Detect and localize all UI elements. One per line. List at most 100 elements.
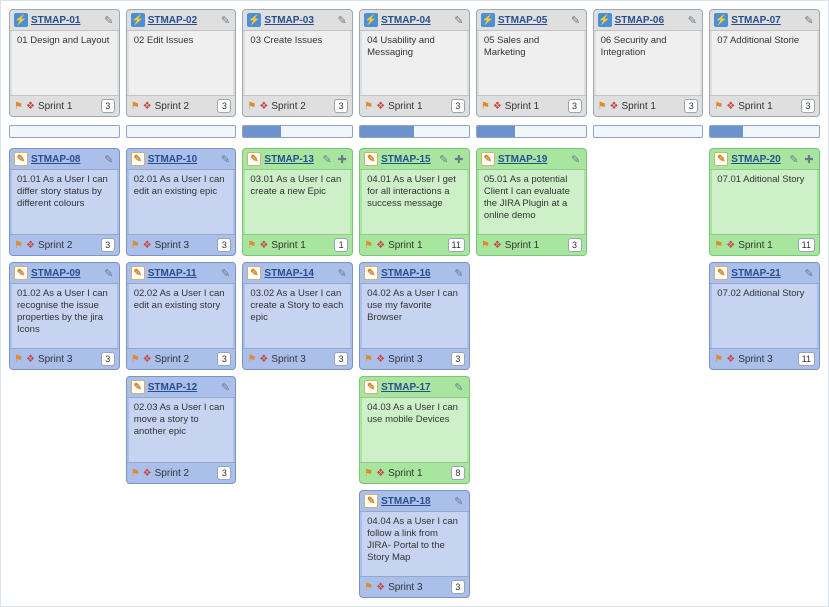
card-description: 03 Create Issues <box>245 31 350 95</box>
story-column: ✎ STMAP-08 ✎ 01.01 As a User I can diffe… <box>9 148 120 598</box>
card-id-link[interactable]: STMAP-21 <box>731 268 800 279</box>
progress-bar <box>242 125 353 138</box>
epic-card[interactable]: ⚡ STMAP-07 ✎ 07 Additional Storie ⚑ ❖ Sp… <box>709 9 820 117</box>
edit-icon[interactable]: ✎ <box>321 153 333 165</box>
card-id-link[interactable]: STMAP-13 <box>264 154 318 165</box>
priority-icon: ❖ <box>143 468 152 479</box>
card-id-link[interactable]: STMAP-15 <box>381 154 435 165</box>
story-column: ✎ STMAP-19 ✎ 05.01 As a potential Client… <box>476 148 587 598</box>
story-points: 3 <box>217 238 231 252</box>
card-id-link[interactable]: STMAP-03 <box>264 15 333 26</box>
epic-card[interactable]: ⚡ STMAP-04 ✎ 04 Usability and Messaging … <box>359 9 470 117</box>
card-id-link[interactable]: STMAP-12 <box>148 382 217 393</box>
card-id-link[interactable]: STMAP-07 <box>731 15 800 26</box>
edit-icon[interactable]: ✎ <box>219 381 231 393</box>
card-id-link[interactable]: STMAP-05 <box>498 15 567 26</box>
story-card[interactable]: ✎ STMAP-13 ✎ ✚ 03.01 As a User I can cre… <box>242 148 353 256</box>
story-card[interactable]: ✎ STMAP-11 ✎ 02.02 As a User I can edit … <box>126 262 237 370</box>
story-card[interactable]: ✎ STMAP-18 ✎ 04.04 As a User I can follo… <box>359 490 470 598</box>
card-id-link[interactable]: STMAP-01 <box>31 15 100 26</box>
card-id-link[interactable]: STMAP-06 <box>615 15 684 26</box>
edit-icon[interactable]: ✎ <box>803 14 815 26</box>
add-icon[interactable]: ✚ <box>453 153 465 165</box>
epic-card[interactable]: ⚡ STMAP-01 ✎ 01 Design and Layout ⚑ ❖ Sp… <box>9 9 120 117</box>
card-header: ⚡ STMAP-02 ✎ <box>127 10 236 31</box>
epic-card[interactable]: ⚡ STMAP-03 ✎ 03 Create Issues ⚑ ❖ Sprint… <box>242 9 353 117</box>
story-points: 3 <box>684 99 698 113</box>
story-card[interactable]: ✎ STMAP-21 ✎ 07.02 Aditional Story ⚑ ❖ S… <box>709 262 820 370</box>
epic-card[interactable]: ⚡ STMAP-05 ✎ 05 Sales and Marketing ⚑ ❖ … <box>476 9 587 117</box>
edit-icon[interactable]: ✎ <box>103 153 115 165</box>
story-card[interactable]: ✎ STMAP-16 ✎ 04.02 As a User I can use m… <box>359 262 470 370</box>
edit-icon[interactable]: ✎ <box>570 153 582 165</box>
type-icon: ⚡ <box>714 13 728 27</box>
flag-icon: ⚑ <box>247 101 256 112</box>
story-card[interactable]: ✎ STMAP-08 ✎ 01.01 As a User I can diffe… <box>9 148 120 256</box>
card-footer: ⚑ ❖ Sprint 2 3 <box>127 348 236 369</box>
edit-icon[interactable]: ✎ <box>336 267 348 279</box>
card-id-link[interactable]: STMAP-17 <box>381 382 450 393</box>
card-header: ⚡ STMAP-03 ✎ <box>243 10 352 31</box>
story-card[interactable]: ✎ STMAP-15 ✎ ✚ 04.01 As a User I get for… <box>359 148 470 256</box>
edit-icon[interactable]: ✎ <box>438 153 450 165</box>
story-card[interactable]: ✎ STMAP-17 ✎ 04.03 As a User I can use m… <box>359 376 470 484</box>
add-icon[interactable]: ✚ <box>336 153 348 165</box>
card-id-link[interactable]: STMAP-08 <box>31 154 100 165</box>
story-points: 1 <box>334 238 348 252</box>
story-points: 8 <box>451 466 465 480</box>
edit-icon[interactable]: ✎ <box>103 14 115 26</box>
card-footer: ⚑ ❖ Sprint 2 3 <box>127 95 236 116</box>
story-card[interactable]: ✎ STMAP-19 ✎ 05.01 As a potential Client… <box>476 148 587 256</box>
card-id-link[interactable]: STMAP-16 <box>381 268 450 279</box>
edit-icon[interactable]: ✎ <box>453 495 465 507</box>
card-header: ✎ STMAP-09 ✎ <box>10 263 119 284</box>
edit-icon[interactable]: ✎ <box>219 14 231 26</box>
card-id-link[interactable]: STMAP-10 <box>148 154 217 165</box>
edit-icon[interactable]: ✎ <box>453 381 465 393</box>
sprint-label: Sprint 1 <box>738 101 798 112</box>
story-card[interactable]: ✎ STMAP-14 ✎ 03.02 As a User I can creat… <box>242 262 353 370</box>
edit-icon[interactable]: ✎ <box>453 267 465 279</box>
card-description: 01 Design and Layout <box>12 31 117 95</box>
priority-icon: ❖ <box>259 354 268 365</box>
card-header: ✎ STMAP-11 ✎ <box>127 263 236 284</box>
card-header: ✎ STMAP-08 ✎ <box>10 149 119 170</box>
edit-icon[interactable]: ✎ <box>219 153 231 165</box>
edit-icon[interactable]: ✎ <box>803 267 815 279</box>
flag-icon: ⚑ <box>714 101 723 112</box>
edit-icon[interactable]: ✎ <box>788 153 800 165</box>
story-points: 3 <box>101 99 115 113</box>
edit-icon[interactable]: ✎ <box>570 14 582 26</box>
card-id-link[interactable]: STMAP-11 <box>148 268 217 279</box>
card-id-link[interactable]: STMAP-02 <box>148 15 217 26</box>
story-card[interactable]: ✎ STMAP-09 ✎ 01.02 As a User I can recog… <box>9 262 120 370</box>
progress-bar <box>709 125 820 138</box>
epic-card[interactable]: ⚡ STMAP-06 ✎ 06 Security and Integration… <box>593 9 704 117</box>
edit-icon[interactable]: ✎ <box>336 14 348 26</box>
edit-icon[interactable]: ✎ <box>103 267 115 279</box>
flag-icon: ⚑ <box>481 101 490 112</box>
card-id-link[interactable]: STMAP-14 <box>264 268 333 279</box>
flag-icon: ⚑ <box>131 468 140 479</box>
flag-icon: ⚑ <box>714 240 723 251</box>
add-icon[interactable]: ✚ <box>803 153 815 165</box>
epic-card[interactable]: ⚡ STMAP-02 ✎ 02 Edit Issues ⚑ ❖ Sprint 2… <box>126 9 237 117</box>
story-card[interactable]: ✎ STMAP-20 ✎ ✚ 07.01 Aditional Story ⚑ ❖… <box>709 148 820 256</box>
card-id-link[interactable]: STMAP-18 <box>381 496 450 507</box>
card-id-link[interactable]: STMAP-20 <box>731 154 785 165</box>
story-card[interactable]: ✎ STMAP-10 ✎ 02.01 As a User I can edit … <box>126 148 237 256</box>
priority-icon: ❖ <box>493 101 502 112</box>
card-id-link[interactable]: STMAP-09 <box>31 268 100 279</box>
card-id-link[interactable]: STMAP-19 <box>498 154 567 165</box>
story-card[interactable]: ✎ STMAP-12 ✎ 02.03 As a User I can move … <box>126 376 237 484</box>
edit-icon[interactable]: ✎ <box>219 267 231 279</box>
type-icon: ⚡ <box>131 13 145 27</box>
card-header: ✎ STMAP-16 ✎ <box>360 263 469 284</box>
story-column: ✎ STMAP-15 ✎ ✚ 04.01 As a User I get for… <box>359 148 470 598</box>
card-id-link[interactable]: STMAP-04 <box>381 15 450 26</box>
priority-icon: ❖ <box>26 101 35 112</box>
edit-icon[interactable]: ✎ <box>453 14 465 26</box>
edit-icon[interactable]: ✎ <box>686 14 698 26</box>
story-points: 3 <box>451 352 465 366</box>
type-icon: ✎ <box>14 266 28 280</box>
